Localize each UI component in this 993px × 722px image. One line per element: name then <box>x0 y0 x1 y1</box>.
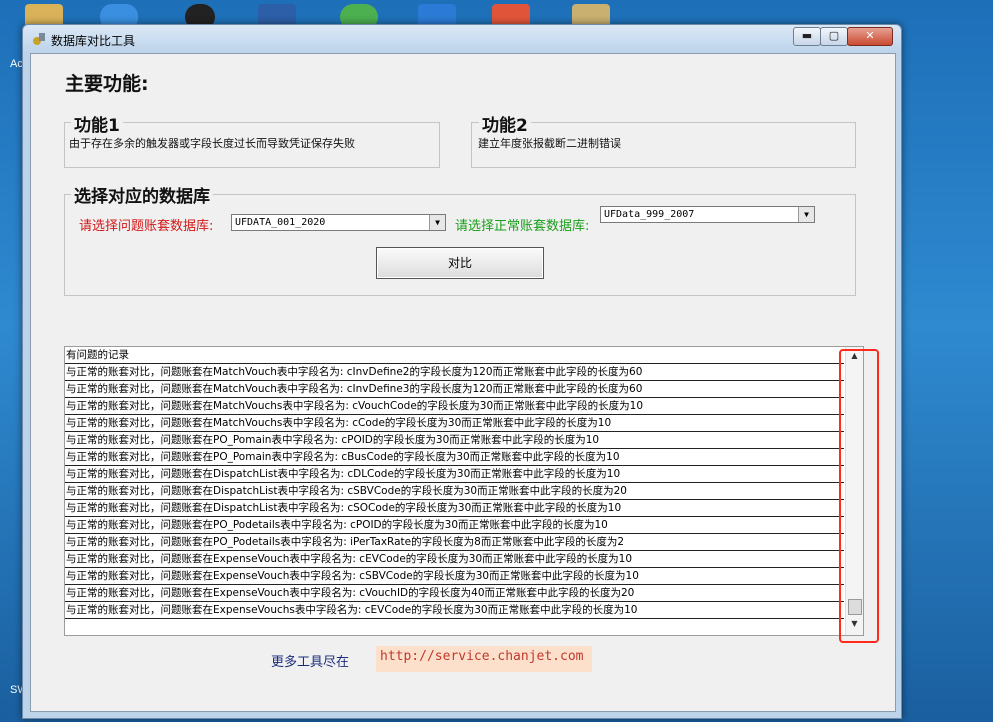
normal-db-select[interactable]: UFData_999_2007 ▼ <box>600 206 815 223</box>
list-item[interactable]: 与正常的账套对比，问题账套在MatchVouchs表中字段名为: cVouchC… <box>65 398 844 415</box>
desktop-label-ac: Ac <box>10 58 23 70</box>
normal-db-value: UFData_999_2007 <box>604 209 695 220</box>
maximize-button[interactable]: ▢ <box>820 27 848 46</box>
client-area: 主要功能: 功能1 由于存在多余的触发器或字段长度过长而导致凭证保存失败 功能2… <box>30 53 896 712</box>
list-item[interactable]: 与正常的账套对比，问题账套在ExpenseVouch表中字段名为: cEVCod… <box>65 551 844 568</box>
chevron-down-icon[interactable]: ▼ <box>798 207 814 222</box>
list-item[interactable]: 与正常的账套对比，问题账套在PO_Pomain表中字段名为: cPOID的字段长… <box>65 432 844 449</box>
feature1-desc: 由于存在多余的触发器或字段长度过长而导致凭证保存失败 <box>69 137 355 150</box>
select-db-title: 选择对应的数据库 <box>71 182 213 207</box>
list-item[interactable]: 与正常的账套对比，问题账套在PO_Podetails表中字段名为: iPerTa… <box>65 534 844 551</box>
app-icon <box>33 33 45 45</box>
highlight-box <box>839 349 879 643</box>
page-title: 主要功能: <box>65 73 149 95</box>
list-item[interactable]: 与正常的账套对比，问题账套在DispatchList表中字段名为: cDLCod… <box>65 466 844 483</box>
more-tools-label: 更多工具尽在 <box>271 655 350 670</box>
problem-db-select[interactable]: UFDATA_001_2020 ▼ <box>231 214 446 231</box>
list-item[interactable]: 与正常的账套对比，问题账套在DispatchList表中字段名为: cSOCod… <box>65 500 844 517</box>
feature1-title: 功能1 <box>71 111 123 136</box>
title-bar[interactable]: 数据库对比工具 ▬ ▢ ✕ <box>23 25 901 53</box>
list-item[interactable]: 与正常的账套对比，问题账套在MatchVouch表中字段名为: cInvDefi… <box>65 364 844 381</box>
problem-db-value: UFDATA_001_2020 <box>235 217 326 228</box>
list-item[interactable]: 与正常的账套对比，问题账套在MatchVouch表中字段名为: cInvDefi… <box>65 381 844 398</box>
service-link[interactable]: http://service.chanjet.com <box>376 646 592 672</box>
window-title: 数据库对比工具 <box>51 34 136 48</box>
list-item[interactable]: 与正常的账套对比，问题账套在MatchVouchs表中字段名为: cCode的字… <box>65 415 844 432</box>
normal-db-label: 请选择正常账套数据库: <box>455 219 590 234</box>
app-window: 数据库对比工具 ▬ ▢ ✕ 主要功能: 功能1 由于存在多余的触发器或字段长度过… <box>22 24 902 719</box>
list-header: 有问题的记录 <box>65 347 844 364</box>
chevron-down-icon[interactable]: ▼ <box>429 215 445 230</box>
list-item[interactable]: 与正常的账套对比，问题账套在PO_Pomain表中字段名为: cBusCode的… <box>65 449 844 466</box>
list-item[interactable]: 与正常的账套对比，问题账套在DispatchList表中字段名为: cSBVCo… <box>65 483 844 500</box>
results-list[interactable]: 有问题的记录 与正常的账套对比，问题账套在MatchVouch表中字段名为: c… <box>64 346 864 636</box>
list-item[interactable]: 与正常的账套对比，问题账套在ExpenseVouchs表中字段名为: cEVCo… <box>65 602 844 619</box>
feature2-desc: 建立年度张报截断二进制错误 <box>478 137 621 150</box>
problem-db-label: 请选择问题账套数据库: <box>79 219 214 234</box>
feature2-title: 功能2 <box>479 111 531 136</box>
list-item[interactable]: 与正常的账套对比，问题账套在ExpenseVouch表中字段名为: cVouch… <box>65 585 844 602</box>
close-button[interactable]: ✕ <box>847 27 893 46</box>
compare-button[interactable]: 对比 <box>376 247 544 279</box>
minimize-button[interactable]: ▬ <box>793 27 821 46</box>
list-item[interactable]: 与正常的账套对比，问题账套在PO_Podetails表中字段名为: cPOID的… <box>65 517 844 534</box>
list-item[interactable]: 与正常的账套对比，问题账套在ExpenseVouch表中字段名为: cSBVCo… <box>65 568 844 585</box>
